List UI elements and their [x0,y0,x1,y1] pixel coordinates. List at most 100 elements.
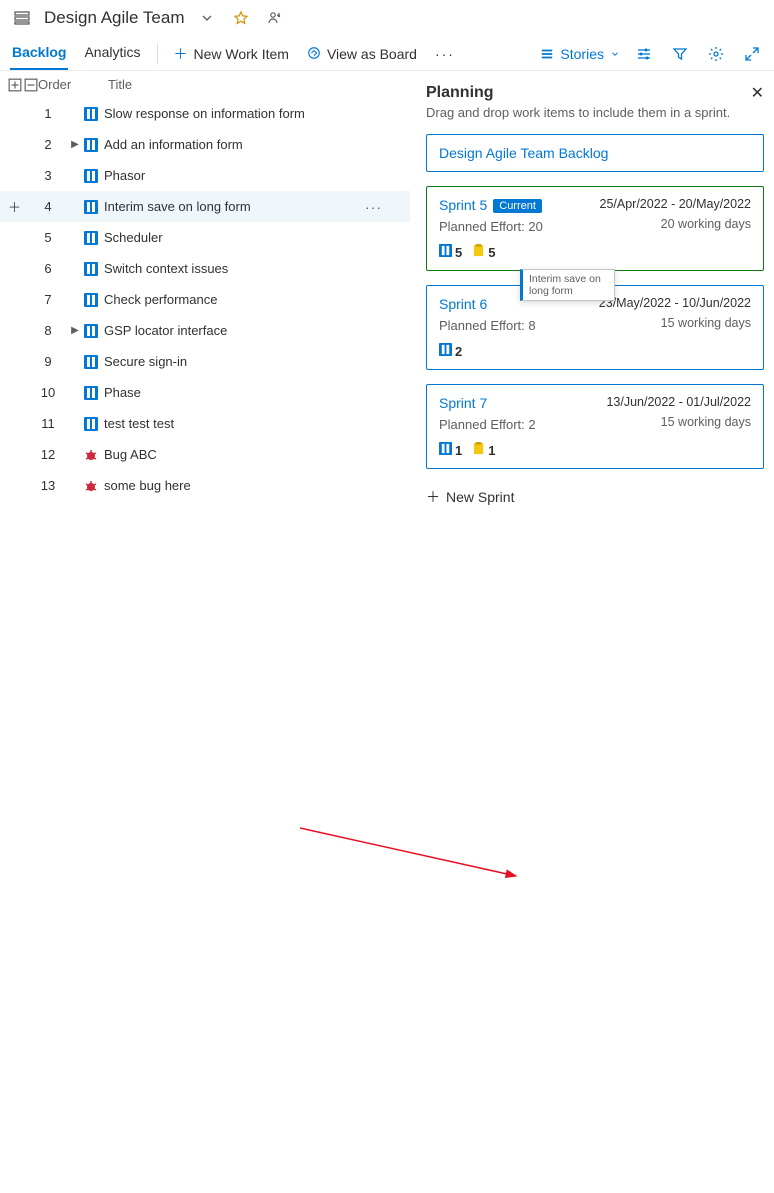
annotation-arrow [0,587,774,1193]
backlog-card-title: Design Agile Team Backlog [439,145,608,161]
feature-icon [82,138,100,152]
sprint-name[interactable]: Sprint 6 [439,296,487,312]
work-item-title[interactable]: test test test [104,416,174,431]
backlog-row[interactable]: ＋12Bug ABC··· [0,439,410,470]
work-item-title[interactable]: Switch context issues [104,261,228,276]
feature-icon [82,107,100,121]
feature-count: 2 [439,343,462,359]
backlog-row[interactable]: ＋3Phasor··· [0,160,410,191]
new-work-item-button[interactable]: ＋ New Work Item [172,40,291,68]
backlog-row[interactable]: ＋9Secure sign-in··· [0,346,410,377]
order-number: 2 [28,137,68,152]
more-actions[interactable]: ··· [433,42,457,66]
order-number: 9 [28,354,68,369]
sprint-dates: 23/May/2022 - 10/Jun/2022 [599,296,751,310]
sprint-name[interactable]: Sprint 7 [439,395,487,411]
view-as-board-label: View as Board [327,46,417,62]
backlog-row[interactable]: ＋7Check performance··· [0,284,410,315]
work-item-title[interactable]: Secure sign-in [104,354,187,369]
work-item-title[interactable]: GSP locator interface [104,323,227,338]
expand-caret[interactable]: ▶ [68,325,82,336]
order-number: 6 [28,261,68,276]
task-count: 5 [472,244,495,260]
work-item-title[interactable]: Add an information form [104,137,243,152]
backlog-card[interactable]: Design Agile Team Backlog [426,134,764,172]
backlog-row[interactable]: ＋4 Interim save on long form ··· [0,191,410,222]
planning-title: Planning [426,84,494,102]
fullscreen-icon[interactable] [740,42,764,66]
backlog-level-dropdown[interactable]: Stories [540,46,620,62]
drag-ghost: Interim save on long form [520,269,615,301]
task-count: 1 [472,442,495,458]
working-days: 15 working days [661,415,751,429]
order-number: 3 [28,168,68,183]
backlog-row[interactable]: ＋8▶GSP locator interface··· [0,315,410,346]
backlog-row[interactable]: ＋1Slow response on information form··· [0,98,410,129]
feature-icon [82,200,100,214]
order-number: 10 [28,385,68,400]
collapse-all-icon[interactable] [24,78,38,92]
backlog-row[interactable]: ＋6Switch context issues··· [0,253,410,284]
current-badge: Current [493,199,542,213]
work-item-title[interactable]: Phasor [104,168,145,183]
bug-icon [82,448,100,462]
tab-backlog[interactable]: Backlog [10,38,68,70]
work-item-title[interactable]: Phase [104,385,141,400]
sprint-card[interactable]: Sprint 713/Jun/2022 - 01/Jul/2022Planned… [426,384,764,469]
backlog-row[interactable]: ＋13some bug here··· [0,470,410,501]
feature-icon [82,386,100,400]
new-work-item-label: New Work Item [194,46,289,62]
tab-analytics[interactable]: Analytics [82,38,142,70]
sprint-dates: 13/Jun/2022 - 01/Jul/2022 [606,395,751,409]
order-number: 1 [28,106,68,121]
order-number: 7 [28,292,68,307]
backlog-row[interactable]: ＋10Phase··· [0,377,410,408]
work-item-title[interactable]: Check performance [104,292,217,307]
order-number: 13 [28,478,68,493]
order-number: 8 [28,323,68,338]
plus-icon: ＋ [426,487,440,507]
order-number: 4 [28,199,68,214]
backlog-level-label: Stories [560,46,604,62]
backlog-row[interactable]: ＋11test test test··· [0,408,410,439]
sprint-name[interactable]: Sprint 5 [439,197,487,213]
team-dropdown[interactable] [195,6,219,30]
team-members-icon[interactable] [263,6,287,30]
view-as-board-button[interactable]: View as Board [305,42,419,67]
expand-caret[interactable]: ▶ [68,139,82,150]
feature-icon [82,262,100,276]
work-item-title[interactable]: Interim save on long form [104,199,251,214]
backlog-row[interactable]: ＋5Scheduler··· [0,222,410,253]
close-planning-icon[interactable]: ✕ [751,83,764,103]
feature-icon [82,355,100,369]
work-item-title[interactable]: some bug here [104,478,191,493]
expand-all-icon[interactable] [8,78,22,92]
column-title: Title [108,77,132,92]
row-context-menu[interactable]: ··· [365,199,382,215]
new-sprint-button[interactable]: ＋ New Sprint [426,487,764,507]
feature-icon [82,417,100,431]
backlog-hub-icon [10,6,34,30]
working-days: 15 working days [661,316,751,330]
add-child-icon[interactable]: ＋ [8,197,28,216]
planning-subtitle: Drag and drop work items to include them… [426,105,764,120]
feature-icon [82,324,100,338]
work-item-title[interactable]: Scheduler [104,230,163,245]
page-title: Design Agile Team [44,8,185,28]
sprint-card[interactable]: Sprint 5Current25/Apr/2022 - 20/May/2022… [426,186,764,271]
work-item-title[interactable]: Bug ABC [104,447,157,462]
view-options-icon[interactable] [632,42,656,66]
divider [157,43,158,65]
working-days: 20 working days [661,217,751,231]
board-icon [307,46,321,63]
order-number: 11 [28,416,68,431]
feature-icon [82,231,100,245]
backlog-row[interactable]: ＋2▶Add an information form··· [0,129,410,160]
planning-pane: Planning ✕ Drag and drop work items to i… [410,71,774,587]
filter-icon[interactable] [668,42,692,66]
favorite-star-icon[interactable] [229,6,253,30]
settings-gear-icon[interactable] [704,42,728,66]
work-item-title[interactable]: Slow response on information form [104,106,305,121]
new-sprint-label: New Sprint [446,489,514,505]
feature-count: 5 [439,244,462,260]
